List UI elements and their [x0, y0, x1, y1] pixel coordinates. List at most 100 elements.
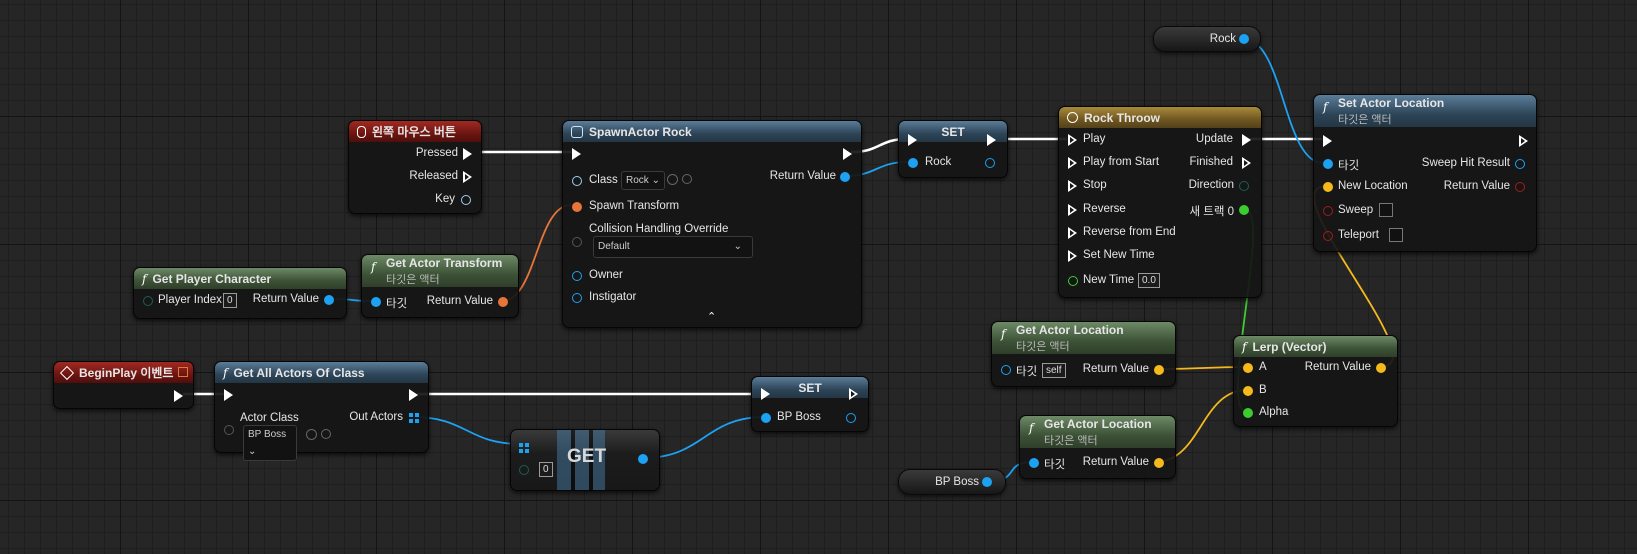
exec-in-play[interactable]	[1068, 134, 1077, 146]
pin-bp-boss-out[interactable]	[982, 477, 992, 487]
exec-in-play-from-start[interactable]	[1068, 157, 1077, 169]
self-input[interactable]: self	[1042, 363, 1066, 378]
collision-dropdown[interactable]: Default ⌄	[593, 236, 753, 258]
exec-out[interactable]	[849, 388, 858, 400]
wire-out-actors-to-get[interactable]	[412, 416, 522, 445]
wire-get-to-set-bp-boss[interactable]	[642, 416, 766, 459]
pin-return-value[interactable]	[498, 297, 508, 307]
exec-out[interactable]	[1519, 135, 1528, 147]
exec-in-reverse-from-end[interactable]	[1068, 227, 1077, 239]
exec-out[interactable]	[987, 134, 996, 146]
set-actor-location-node[interactable]: f Set Actor Location 타깃은 액터 타깃 New Locatio…	[1313, 94, 1537, 252]
pin-target[interactable]	[1001, 365, 1011, 375]
pin-owner[interactable]	[572, 271, 582, 281]
exec-in[interactable]	[572, 148, 581, 160]
pin-teleport[interactable]	[1323, 231, 1333, 241]
pin-target[interactable]	[371, 297, 381, 307]
exec-in-set-new-time[interactable]	[1068, 250, 1077, 262]
exec-in-stop[interactable]	[1068, 180, 1077, 192]
bp-boss-variable-node[interactable]: BP Boss	[898, 469, 1006, 495]
pin-actor-class[interactable]	[224, 425, 234, 435]
teleport-checkbox[interactable]	[1389, 228, 1403, 242]
delegate-pin[interactable]	[178, 367, 188, 377]
exec-out-pressed[interactable]	[463, 148, 472, 160]
pin-new-location[interactable]	[1323, 182, 1333, 192]
pin-collision[interactable]	[572, 237, 582, 247]
pin-class[interactable]	[572, 176, 582, 186]
exec-out[interactable]	[843, 148, 852, 160]
pin-direction[interactable]	[1239, 181, 1249, 191]
exec-in[interactable]	[224, 389, 233, 401]
pin-rock-in[interactable]	[908, 158, 918, 168]
get-actor-location-self-node[interactable]: f Get Actor Location 타깃은 액터 타깃 self Return…	[991, 321, 1176, 387]
pin-alpha[interactable]	[1243, 408, 1253, 418]
exec-in[interactable]	[908, 134, 917, 146]
pin-return-value[interactable]	[840, 172, 850, 182]
pin-target[interactable]	[1029, 458, 1039, 468]
exec-out-update[interactable]	[1242, 134, 1251, 146]
pin-b[interactable]	[1243, 386, 1253, 396]
pin-sweep[interactable]	[1323, 206, 1333, 216]
collapse-arrow-icon[interactable]: ⌃	[707, 310, 716, 323]
exec-in-reverse[interactable]	[1068, 204, 1077, 216]
rock-variable-node[interactable]: Rock	[1153, 26, 1261, 52]
pin-return-value[interactable]	[1154, 458, 1164, 468]
get-actor-transform-node[interactable]: f Get Actor Transform 타깃은 액터 타깃 Return Val…	[361, 254, 519, 318]
sweep-checkbox[interactable]	[1379, 203, 1393, 217]
pin-label-set-new-time: Set New Time	[1083, 249, 1155, 261]
exec-out[interactable]	[174, 390, 183, 402]
pin-a[interactable]	[1243, 363, 1253, 373]
pin-bp-boss-in[interactable]	[761, 413, 771, 423]
search-icon[interactable]	[682, 174, 692, 184]
exec-out[interactable]	[409, 389, 418, 401]
pin-label-direction: Direction	[1188, 179, 1234, 191]
lerp-vector-node[interactable]: f Lerp (Vector) A B Alpha Return Value	[1233, 335, 1398, 427]
pin-target[interactable]	[1323, 159, 1333, 169]
function-icon: f	[1029, 421, 1034, 435]
pin-return-value[interactable]	[1515, 182, 1525, 192]
pin-spawn-transform[interactable]	[572, 202, 582, 212]
exec-out-released[interactable]	[463, 171, 472, 183]
set-bp-boss-node[interactable]: SET BP Boss	[751, 376, 869, 432]
pin-return-value[interactable]	[324, 295, 334, 305]
array-pin-icon[interactable]	[519, 443, 529, 453]
pin-key[interactable]	[461, 195, 471, 205]
pin-sweep-hit[interactable]	[1515, 159, 1525, 169]
pin-return-value[interactable]	[1376, 363, 1386, 373]
pin-label-reverse: Reverse	[1083, 203, 1126, 215]
pin-track-out[interactable]	[1239, 205, 1249, 215]
spawn-actor-node[interactable]: SpawnActor Rock Class Rock ⌄ Return Valu…	[562, 120, 862, 328]
array-get-node[interactable]: 0 GET	[510, 429, 660, 491]
exec-in[interactable]	[761, 388, 770, 400]
get-player-character-node[interactable]: f Get Player Character Player Index 0 Ret…	[133, 267, 347, 319]
pin-label-instigator: Instigator	[589, 291, 637, 303]
get-all-actors-of-class-node[interactable]: f Get All Actors Of Class Actor Class BP …	[214, 361, 429, 461]
browse-icon[interactable]	[306, 429, 317, 440]
pin-rock-out[interactable]	[1239, 34, 1249, 44]
new-time-input[interactable]: 0.0	[1138, 273, 1160, 288]
pin-new-time[interactable]	[1068, 276, 1078, 286]
array-pin-icon[interactable]	[409, 413, 419, 423]
pin-bp-boss-out[interactable]	[846, 413, 856, 423]
timeline-node[interactable]: Rock Throow Play Play from Start Stop Re…	[1058, 106, 1262, 298]
get-actor-location-boss-node[interactable]: f Get Actor Location 타깃은 액터 타깃 Return Valu…	[1019, 415, 1176, 479]
pin-return-value[interactable]	[1154, 365, 1164, 375]
exec-in[interactable]	[1323, 135, 1332, 147]
mouse-icon	[357, 125, 366, 138]
pin-index[interactable]	[519, 465, 529, 475]
left-mouse-button-event-node[interactable]: 왼쪽 마우스 버튼 Pressed Released Key	[348, 120, 482, 214]
pin-player-index[interactable]	[143, 296, 153, 306]
class-dropdown[interactable]: Rock ⌄	[621, 171, 665, 190]
search-icon[interactable]	[321, 429, 331, 439]
begin-play-event-node[interactable]: BeginPlay 이벤트	[53, 361, 194, 409]
actor-class-dropdown[interactable]: BP Boss ⌄	[243, 425, 297, 461]
pin-out[interactable]	[638, 454, 648, 464]
exec-out-finished[interactable]	[1242, 157, 1251, 169]
pin-instigator[interactable]	[572, 293, 582, 303]
index-input[interactable]: 0	[539, 462, 553, 477]
browse-icon[interactable]	[667, 174, 678, 185]
set-rock-node[interactable]: SET Rock	[898, 120, 1008, 178]
pin-label-play: Play	[1083, 133, 1106, 145]
pin-rock-out[interactable]	[985, 158, 995, 168]
player-index-input[interactable]: 0	[223, 293, 237, 308]
